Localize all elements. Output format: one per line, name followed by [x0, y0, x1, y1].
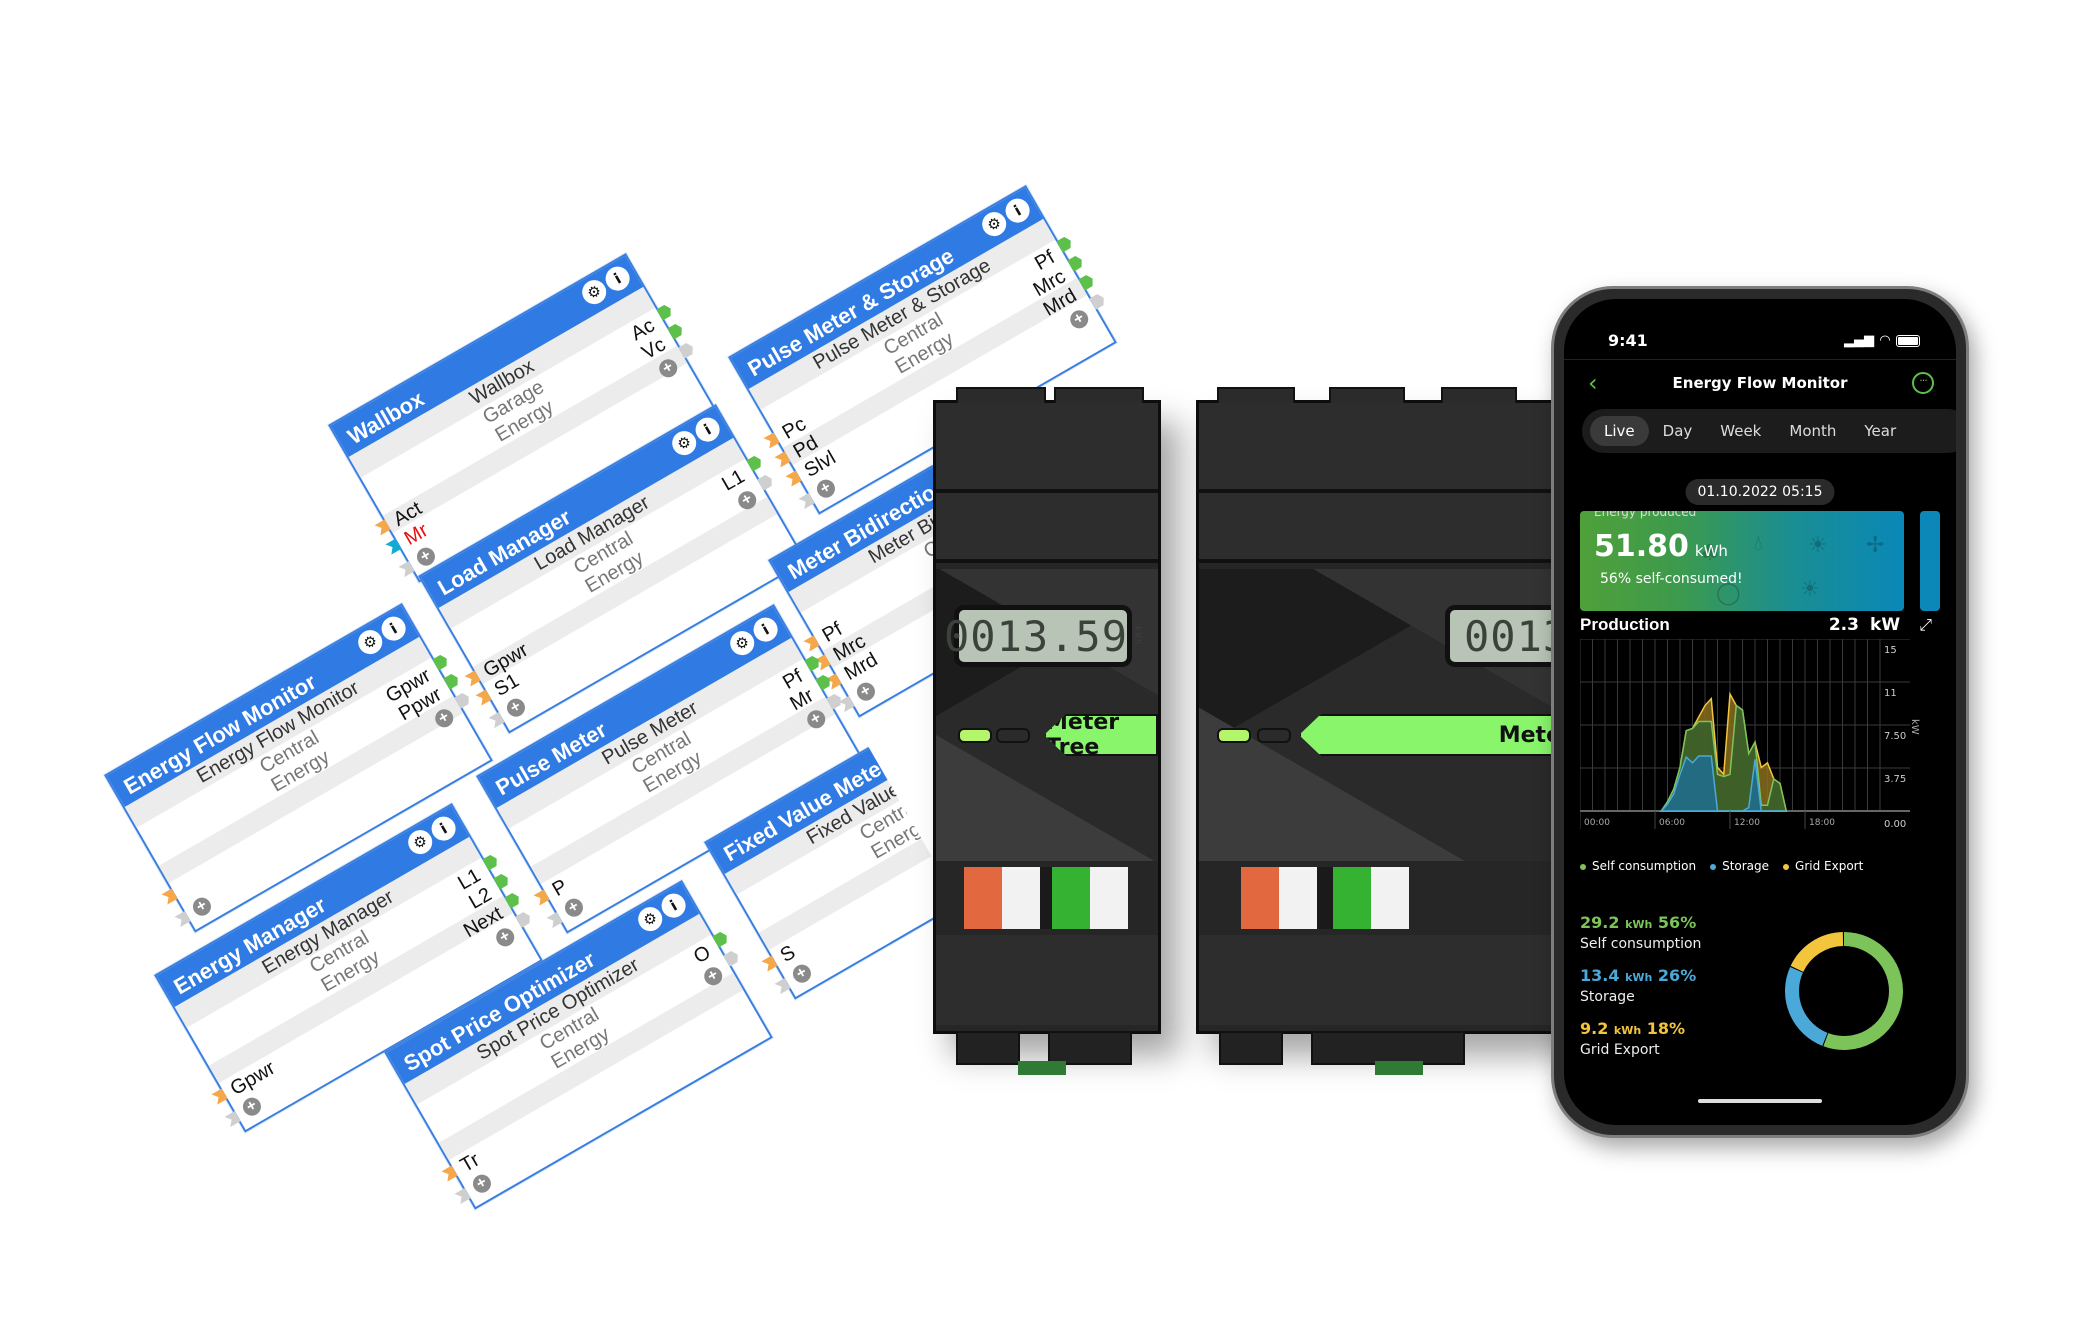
tab-day[interactable]: Day	[1649, 416, 1707, 446]
add-input-icon[interactable]: +	[239, 1094, 265, 1119]
production-title: Production	[1580, 615, 1670, 634]
battery-icon	[1896, 334, 1920, 347]
add-input-icon[interactable]: +	[854, 679, 879, 704]
status-led-off	[996, 728, 1030, 743]
meter-lcd-display: 0013.59 kWh	[944, 605, 1142, 667]
stat-storage: 13.4 kWh 26% Storage	[1580, 966, 1697, 1005]
add-output-icon[interactable]: +	[1066, 307, 1092, 332]
solar-panel-icon: ☀	[1808, 533, 1828, 558]
chart-legend: Self consumption Storage Grid Export	[1580, 859, 1863, 873]
energy-card-label: Energy produced	[1594, 511, 1697, 519]
meter-device-2: 0013. Mete	[1196, 387, 1637, 1075]
period-tabs: Live Day Week Month Year	[1582, 409, 1956, 453]
donut-slice-grid-export	[1790, 932, 1844, 973]
meter-device-1: 0013.59 kWh Meter Tree	[933, 387, 1161, 1075]
self-consumed-text: 56% self-consumed!	[1600, 571, 1743, 587]
screen-title: Energy Flow Monitor	[1672, 374, 1848, 392]
phone-screen: 9:41 ▂▄▆ ◠ ‹ Energy Flow Monitor ··· Liv…	[1564, 299, 1956, 1125]
status-time: 9:41	[1608, 331, 1648, 350]
status-led-on	[958, 728, 992, 743]
expand-icon[interactable]: ⤢	[1919, 615, 1932, 634]
add-output-icon[interactable]: +	[492, 925, 518, 950]
energy-donut-chart	[1785, 932, 1903, 1050]
tab-month[interactable]: Month	[1775, 416, 1850, 446]
energy-stats: 29.2 kWh 56% Self consumption 13.4 kWh 2…	[1580, 913, 1701, 1072]
nav-bar: ‹ Energy Flow Monitor ···	[1564, 359, 1956, 406]
tab-live[interactable]: Live	[1590, 416, 1649, 446]
stat-grid-export: 9.2 kWh 18% Grid Export	[1580, 1019, 1686, 1058]
drop-icon: 💧︎	[1754, 531, 1763, 556]
status-led-on	[1217, 728, 1251, 743]
legend-self-consumption: Self consumption	[1580, 859, 1696, 873]
y-tick-label: 0.00	[1884, 819, 1906, 830]
more-options-icon[interactable]: ···	[1912, 372, 1934, 394]
energy-produced-card[interactable]: ♣ 💧︎ ☀ ✢ ◯ ☀ Energy produced 51.80 kWh 56…	[1580, 511, 1904, 611]
y-tick-label: 3.75	[1884, 774, 1906, 785]
home-indicator[interactable]	[1698, 1099, 1822, 1103]
donut-slice-storage	[1785, 966, 1828, 1046]
wind-turbine-icon: ✢	[1866, 533, 1885, 558]
terminal-block	[1241, 867, 1409, 929]
tab-year[interactable]: Year	[1850, 416, 1910, 446]
legend-grid-export: Grid Export	[1783, 859, 1863, 873]
y-axis-label: kW	[1909, 719, 1920, 735]
terminal-block	[964, 867, 1128, 929]
legend-storage: Storage	[1710, 859, 1769, 873]
production-header: Production 2.3 kW ⤢	[1580, 615, 1932, 635]
smartphone: 9:41 ▂▄▆ ◠ ‹ Energy Flow Monitor ··· Liv…	[1551, 286, 1969, 1138]
energy-produced-value: 51.80 kWh	[1594, 529, 1728, 564]
x-tick-label: 00:00	[1584, 818, 1610, 828]
y-tick-label: 7.50	[1884, 731, 1906, 742]
add-input-icon[interactable]: +	[503, 695, 529, 720]
production-unit: kW	[1870, 615, 1901, 635]
next-card-peek[interactable]	[1920, 511, 1940, 611]
status-led-off	[1257, 728, 1291, 743]
production-chart: 0.00 3.75 7.50 11 15 00:00 06:00 12:00 18:00 kW	[1580, 639, 1920, 830]
tab-week[interactable]: Week	[1706, 416, 1775, 446]
donut-slice-self-consumption	[1823, 932, 1903, 1050]
add-input-icon[interactable]: +	[790, 961, 815, 986]
date-pill[interactable]: 01.10.2022 05:15	[1685, 479, 1835, 505]
add-input-icon[interactable]: +	[561, 895, 587, 920]
x-tick-label: 12:00	[1734, 818, 1760, 828]
add-input-icon[interactable]: +	[189, 894, 215, 919]
meter-label-tag: Meter Tree	[1044, 714, 1158, 756]
x-tick-label: 18:00	[1809, 818, 1835, 828]
signal-icon: ▂▄▆	[1844, 333, 1874, 348]
add-input-icon[interactable]: +	[469, 1171, 495, 1196]
add-input-icon[interactable]: +	[813, 476, 839, 501]
y-tick-label: 15	[1884, 645, 1897, 656]
y-tick-label: 11	[1884, 688, 1897, 699]
production-value: 2.3	[1828, 615, 1859, 635]
solar-panel-icon: ☀	[1800, 577, 1820, 602]
status-bar: 9:41 ▂▄▆ ◠	[1608, 331, 1920, 350]
x-tick-label: 06:00	[1659, 818, 1685, 828]
back-icon[interactable]: ‹	[1588, 369, 1598, 397]
wifi-icon: ◠	[1880, 333, 1890, 348]
stat-self-consumption: 29.2 kWh 56% Self consumption	[1580, 913, 1702, 952]
